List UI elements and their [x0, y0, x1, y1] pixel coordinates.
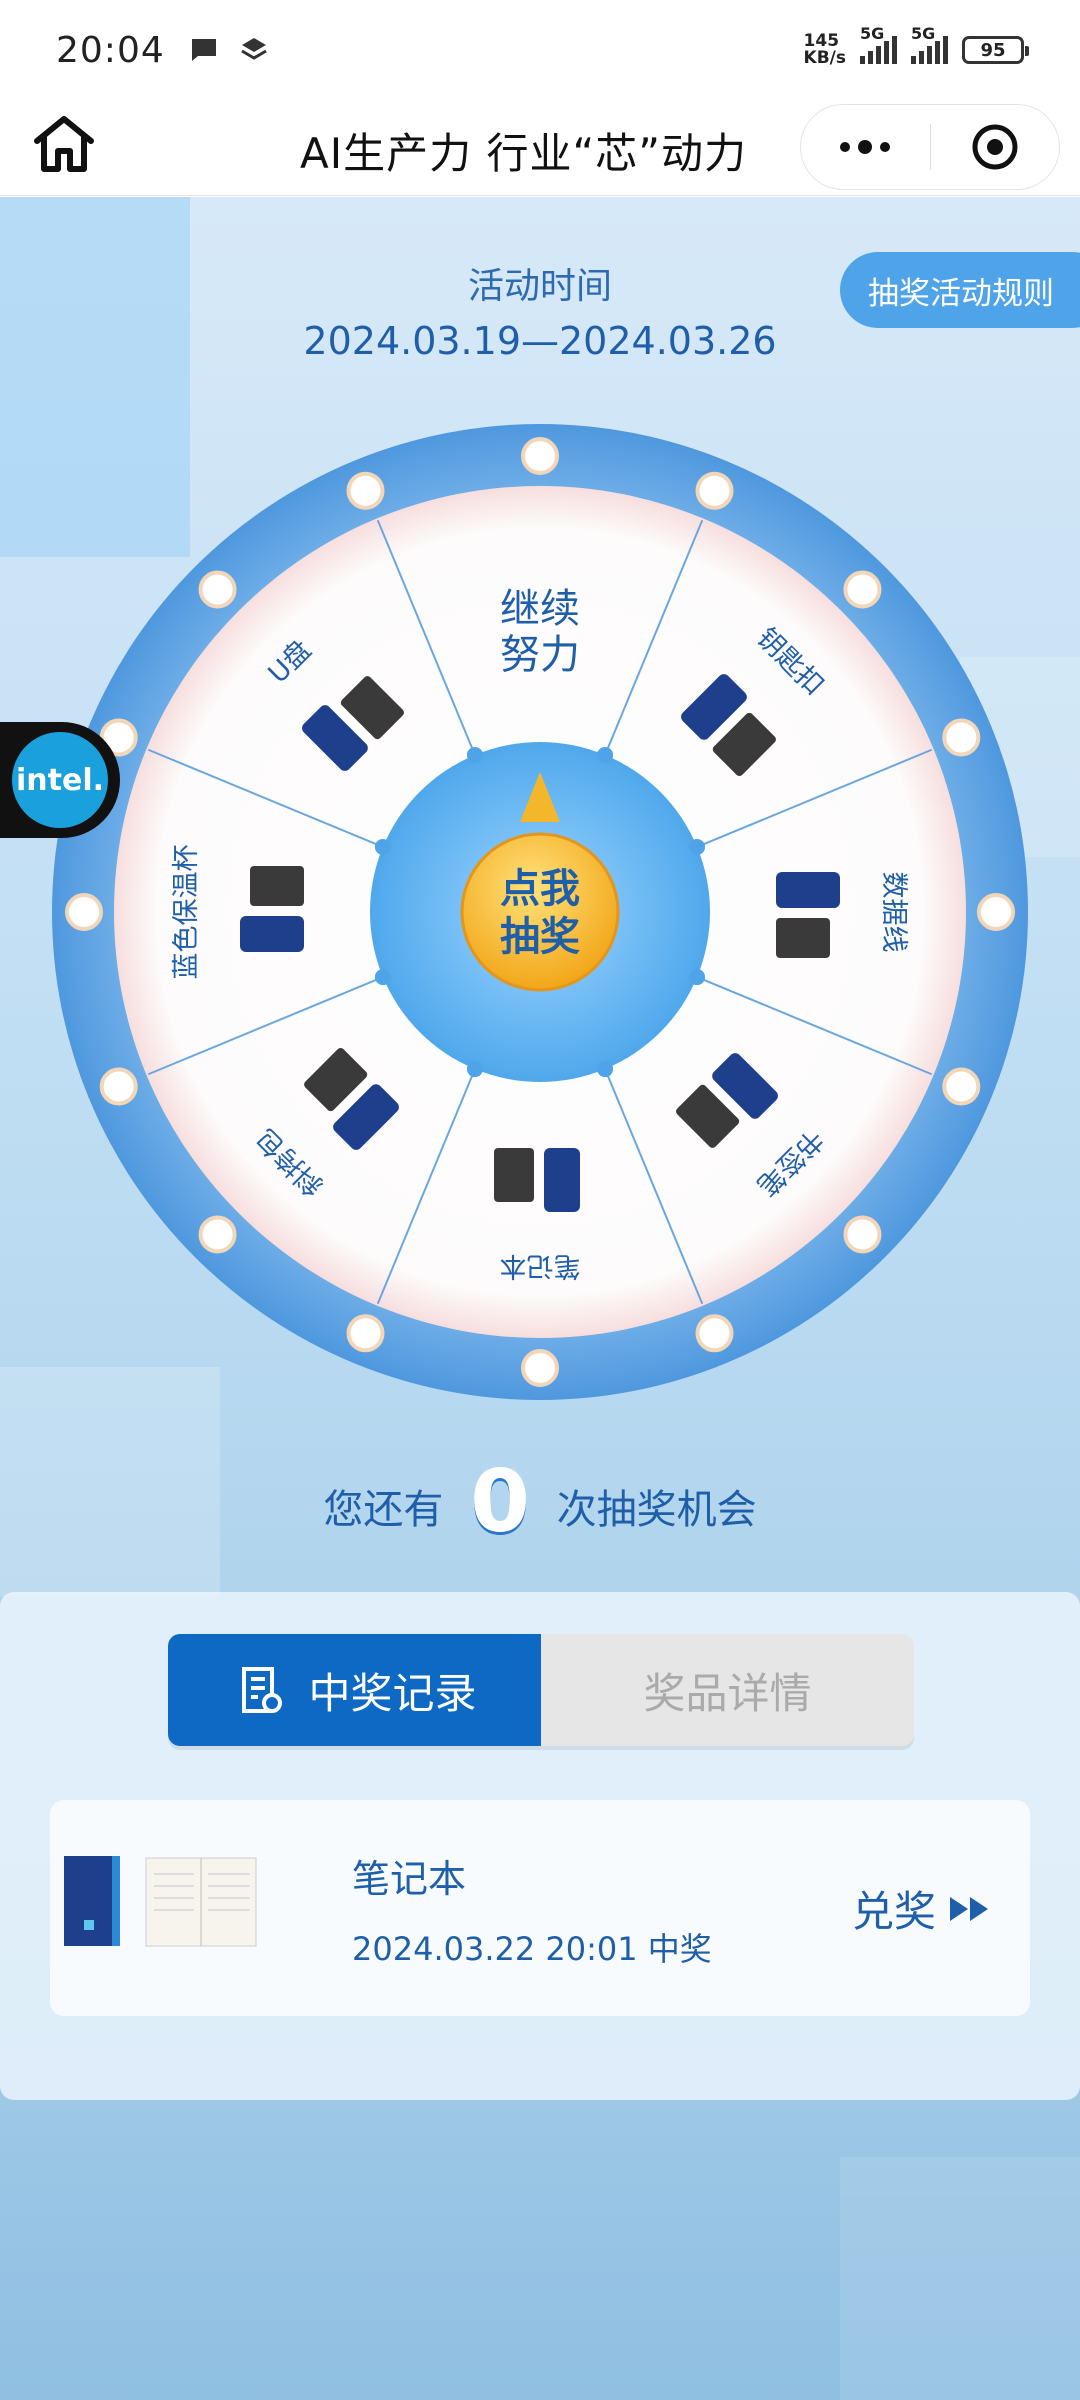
message-icon: [191, 39, 216, 61]
wheel-light: [346, 471, 385, 510]
intel-floating-tab[interactable]: intel.: [0, 722, 120, 838]
wheel-graphic: 继续努力 钥匙扣数据线书签笔笔记本斜挎包蓝色保温杯U盘 点我 抽奖: [52, 424, 1028, 1400]
wheel-light: [198, 1215, 237, 1254]
mini-program-capsule: [800, 104, 1060, 190]
wheel-light: [695, 471, 734, 510]
home-icon: [34, 116, 94, 172]
wheel-light: [521, 1349, 559, 1387]
wheel-light: [695, 1314, 734, 1353]
tab-win-records[interactable]: 中奖记录: [168, 1634, 541, 1746]
net-speed: 145 KB/s: [804, 33, 846, 67]
wheel-light: [843, 570, 882, 609]
redeem-label: 兑奖: [851, 1887, 936, 1936]
close-button[interactable]: [930, 105, 1059, 189]
tab-win-records-label: 中奖记录: [308, 1668, 477, 1718]
chances-count: 0: [470, 1452, 530, 1552]
wheel-light: [942, 718, 981, 757]
hub-dot: [597, 1061, 614, 1078]
segment-label: 努力: [500, 632, 580, 678]
sim2-label: 5G: [911, 24, 936, 43]
wheel-light: [198, 570, 237, 609]
wheel-segment: 继续努力: [500, 586, 580, 678]
segment-label: 蓝色保温杯: [171, 845, 202, 980]
hub-dot: [689, 969, 706, 986]
status-bar: 20:04 145 KB/s 5G 5G 95: [0, 0, 1080, 100]
signal-icon-sim1: 5G: [860, 24, 897, 64]
signal-icon-sim2: 5G: [911, 24, 948, 64]
hub-dot: [597, 746, 614, 763]
chances-suffix: 次抽奖机会: [556, 1487, 757, 1533]
intel-logo: intel.: [12, 732, 108, 828]
battery-level: 95: [980, 39, 1006, 61]
wheel-light: [346, 1314, 385, 1353]
draw-button[interactable]: [460, 832, 620, 992]
remaining-chances: 您还有 0 次抽奖机会: [0, 1452, 1080, 1552]
hub-dot: [466, 746, 483, 763]
hub-dot: [466, 1061, 483, 1078]
tab-prize-details[interactable]: 奖品详情: [541, 1634, 914, 1746]
battery-icon: 95: [962, 36, 1029, 64]
target-icon: [972, 124, 1018, 170]
more-button[interactable]: [801, 105, 930, 189]
wheel-light: [942, 1067, 981, 1106]
net-speed-unit: KB/s: [803, 48, 846, 68]
segment-label: 笔记本: [500, 1250, 581, 1281]
record-prize-name: 笔记本: [352, 1857, 467, 1901]
record-list-icon: [242, 1667, 283, 1713]
wheel-light: [99, 1067, 138, 1106]
draw-button-line2[interactable]: 抽奖: [500, 914, 580, 960]
wheel-light: [843, 1215, 882, 1254]
wheel-light: [977, 893, 1015, 931]
prize-wheel: 继续 努力 钥匙扣 数据线 书签笔 笔记本 斜挎包 蓝色保温杯 U盘 点我 抽奖: [50, 422, 1030, 1402]
segment-label: 数据线: [878, 872, 909, 953]
record-win-time: 2024.03.22 20:01 中奖: [352, 1930, 712, 1968]
tab-prize-details-label: 奖品详情: [643, 1668, 812, 1718]
wheel-light: [521, 437, 559, 475]
status-time: 20:04: [56, 29, 165, 71]
sim1-label: 5G: [860, 24, 885, 43]
layers-icon: [240, 38, 267, 60]
records-panel: 中奖记录 奖品详情 笔记本 2024.03.22 20:01 中奖 兑奖: [0, 1592, 1080, 2100]
chances-prefix: 您还有: [323, 1487, 444, 1533]
page-title: AI生产力 行业“芯”动力: [300, 129, 747, 178]
records-tabs: 中奖记录 奖品详情: [168, 1634, 914, 1746]
hub-dot: [374, 969, 391, 986]
segment-label: 继续: [500, 586, 580, 632]
hub-dot: [689, 838, 706, 855]
notebook-image: [64, 1856, 257, 1947]
nav-bar: AI生产力 行业“芯”动力: [0, 100, 1080, 196]
lottery-page: 活动时间 2024.03.19—2024.03.26 抽奖活动规则 继续 努力 …: [0, 197, 1080, 2400]
more-icon: [840, 142, 851, 152]
home-button[interactable]: [28, 108, 100, 180]
double-play-icon: [950, 1896, 988, 1921]
lottery-rules-button[interactable]: 抽奖活动规则: [840, 252, 1080, 328]
wheel-light: [65, 893, 103, 931]
draw-button-line1[interactable]: 点我: [500, 866, 580, 912]
redeem-button[interactable]: 兑奖: [852, 1878, 990, 1939]
prize-thumbnail: [64, 1854, 274, 1950]
hub-dot: [374, 838, 391, 855]
win-record-item: 笔记本 2024.03.22 20:01 中奖 兑奖: [50, 1800, 1030, 2016]
